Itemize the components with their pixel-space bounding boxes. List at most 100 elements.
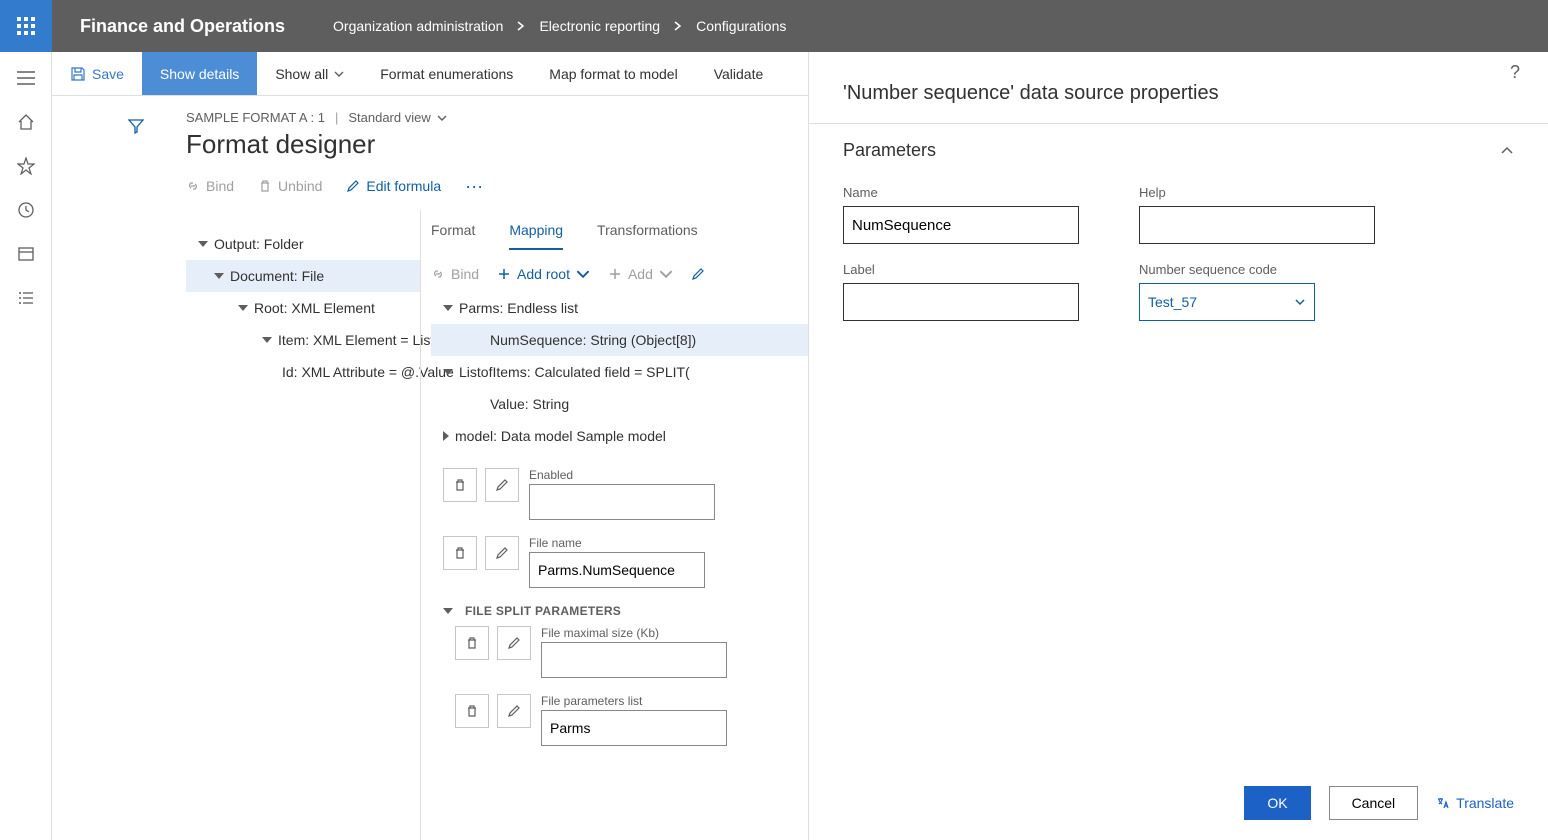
filter-button[interactable] (122, 112, 150, 140)
edit-button[interactable] (497, 626, 531, 660)
map-format-button[interactable]: Map format to model (531, 52, 695, 95)
tree-node-root[interactable]: Root: XML Element (186, 292, 420, 324)
label-label: Label (843, 262, 1079, 277)
tree-node-item[interactable]: Item: XML Element = ListofItems (186, 324, 420, 356)
tab-mapping[interactable]: Mapping (509, 218, 563, 250)
module-icon[interactable] (8, 236, 44, 272)
delete-button[interactable] (455, 626, 489, 660)
link-icon (186, 179, 200, 193)
save-button[interactable]: Save (52, 52, 142, 95)
view-selector[interactable]: Standard view (348, 110, 446, 125)
app-launcher-button[interactable] (0, 0, 52, 52)
save-label: Save (92, 66, 124, 82)
formula-toolbar: Bind Unbind Edit formula ··· (186, 166, 483, 206)
unbind-button[interactable]: Unbind (258, 178, 322, 194)
trash-icon (465, 704, 479, 718)
tree-node-model[interactable]: model: Data model Sample model (431, 420, 808, 452)
pencil-icon (495, 546, 509, 560)
breadcrumb-item[interactable]: Organization administration (333, 18, 503, 34)
trash-icon (258, 179, 272, 193)
help-button[interactable]: ? (1510, 62, 1520, 83)
cancel-button[interactable]: Cancel (1329, 786, 1419, 820)
pencil-icon (495, 478, 509, 492)
filename-input[interactable] (529, 552, 705, 588)
page-context: SAMPLE FORMAT A : 1 (186, 110, 325, 125)
content-area: Save Show details Show all Format enumer… (52, 52, 808, 840)
bind-mapping-button[interactable]: Bind (431, 266, 479, 282)
tree-node-id[interactable]: Id: XML Attribute = @.Value (186, 356, 420, 388)
edit-formula-button[interactable]: Edit formula (346, 178, 441, 194)
command-bar: Save Show details Show all Format enumer… (52, 52, 808, 96)
mapping-toolbar: Bind Add root Add (431, 266, 808, 282)
parameters-section-header[interactable]: Parameters (843, 140, 1514, 161)
delete-button[interactable] (443, 468, 477, 502)
chevron-right-icon (517, 21, 525, 31)
show-all-button[interactable]: Show all (257, 52, 362, 95)
tab-transformations[interactable]: Transformations (597, 218, 698, 250)
seq-label: Number sequence code (1139, 262, 1375, 277)
bind-button[interactable]: Bind (186, 178, 234, 194)
sequence-code-select[interactable]: Test_57 (1139, 283, 1315, 321)
show-details-button[interactable]: Show details (142, 52, 257, 95)
name-input[interactable] (843, 206, 1079, 244)
plus-icon (608, 267, 622, 281)
label-input[interactable] (843, 283, 1079, 321)
breadcrumb-item[interactable]: Configurations (696, 18, 786, 34)
chevron-up-icon (1500, 144, 1514, 158)
maxsize-label: File maximal size (Kb) (541, 626, 727, 640)
home-icon[interactable] (8, 104, 44, 140)
paramslist-label: File parameters list (541, 694, 727, 708)
delete-button[interactable] (443, 536, 477, 570)
show-details-label: Show details (160, 66, 239, 82)
trash-icon (453, 546, 467, 560)
enabled-input[interactable] (529, 484, 715, 520)
star-icon[interactable] (8, 148, 44, 184)
list-icon[interactable] (8, 280, 44, 316)
tree-node-output[interactable]: Output: Folder (186, 228, 420, 260)
chevron-down-icon (576, 267, 590, 281)
show-all-label: Show all (275, 66, 328, 82)
edit-button[interactable] (485, 536, 519, 570)
ok-button[interactable]: OK (1244, 786, 1310, 820)
edit-button[interactable] (485, 468, 519, 502)
delete-button[interactable] (455, 694, 489, 728)
tree-node-value[interactable]: Value: String (431, 388, 808, 420)
trash-icon (465, 636, 479, 650)
page-header: SAMPLE FORMAT A : 1 | Standard view Form… (52, 96, 808, 160)
chevron-down-icon (437, 113, 447, 123)
tree-node-numsequence[interactable]: NumSequence: String (Object[8]) (431, 324, 808, 356)
more-button[interactable]: ··· (465, 176, 483, 197)
tree-node-document[interactable]: Document: File (186, 260, 420, 292)
clock-icon[interactable] (8, 192, 44, 228)
breadcrumb-item[interactable]: Electronic reporting (539, 18, 660, 34)
hamburger-icon[interactable] (8, 60, 44, 96)
panel-title: 'Number sequence' data source properties (809, 52, 1548, 124)
add-button[interactable]: Add (608, 266, 673, 282)
translate-button[interactable]: Translate (1436, 795, 1514, 811)
chevron-right-icon (674, 21, 682, 31)
tree-node-parms[interactable]: Parms: Endless list (431, 292, 808, 324)
help-label: Help (1139, 185, 1375, 200)
maxsize-input[interactable] (541, 642, 727, 678)
panel-footer: OK Cancel Translate (1244, 786, 1514, 820)
validate-button[interactable]: Validate (696, 52, 782, 95)
filter-icon (128, 118, 144, 134)
name-label: Name (843, 185, 1079, 200)
waffle-icon (17, 17, 35, 35)
tab-format[interactable]: Format (431, 218, 475, 250)
edit-button[interactable] (497, 694, 531, 728)
property-fields: Enabled File name (443, 468, 808, 588)
add-root-button[interactable]: Add root (497, 266, 590, 282)
properties-side-panel: ? 'Number sequence' data source properti… (808, 52, 1548, 840)
paramslist-input[interactable] (541, 710, 727, 746)
format-enumerations-button[interactable]: Format enumerations (362, 52, 531, 95)
tree-node-listofitems[interactable]: ListofItems: Calculated field = SPLIT( (431, 356, 808, 388)
edit-mapping-button[interactable] (691, 267, 705, 281)
mapping-panel: Format Mapping Transformations Bind Add … (420, 210, 808, 840)
file-split-section-header[interactable]: FILE SPLIT PARAMETERS (443, 604, 808, 618)
breadcrumb: Organization administration Electronic r… (313, 18, 786, 34)
page-title: Format designer (186, 129, 808, 160)
help-input[interactable] (1139, 206, 1375, 244)
app-title: Finance and Operations (52, 16, 313, 37)
pencil-icon (691, 267, 705, 281)
